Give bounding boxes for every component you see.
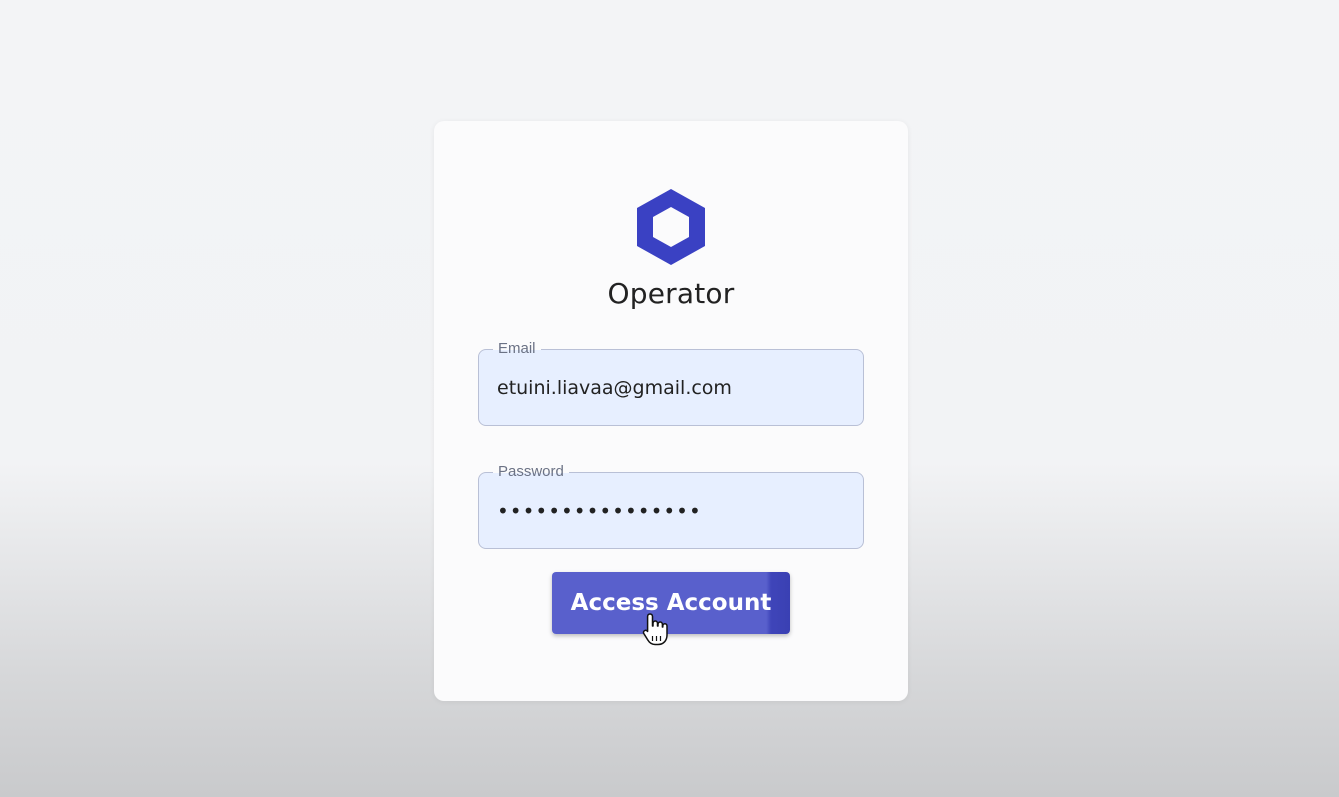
hexagon-logo-icon xyxy=(637,189,705,265)
email-input[interactable] xyxy=(497,377,837,399)
password-field[interactable]: Password •••••••••••••••• xyxy=(478,463,864,549)
email-label: Email xyxy=(493,340,541,358)
hand-pointer-icon xyxy=(642,613,668,646)
password-label: Password xyxy=(493,463,569,481)
email-field[interactable]: Email xyxy=(478,340,864,426)
password-input[interactable]: •••••••••••••••• xyxy=(497,499,837,523)
login-card: Operator Email Password ••••••••••••••••… xyxy=(434,121,908,701)
access-account-button[interactable]: Access Account xyxy=(552,572,790,634)
app-name: Operator xyxy=(607,277,735,310)
